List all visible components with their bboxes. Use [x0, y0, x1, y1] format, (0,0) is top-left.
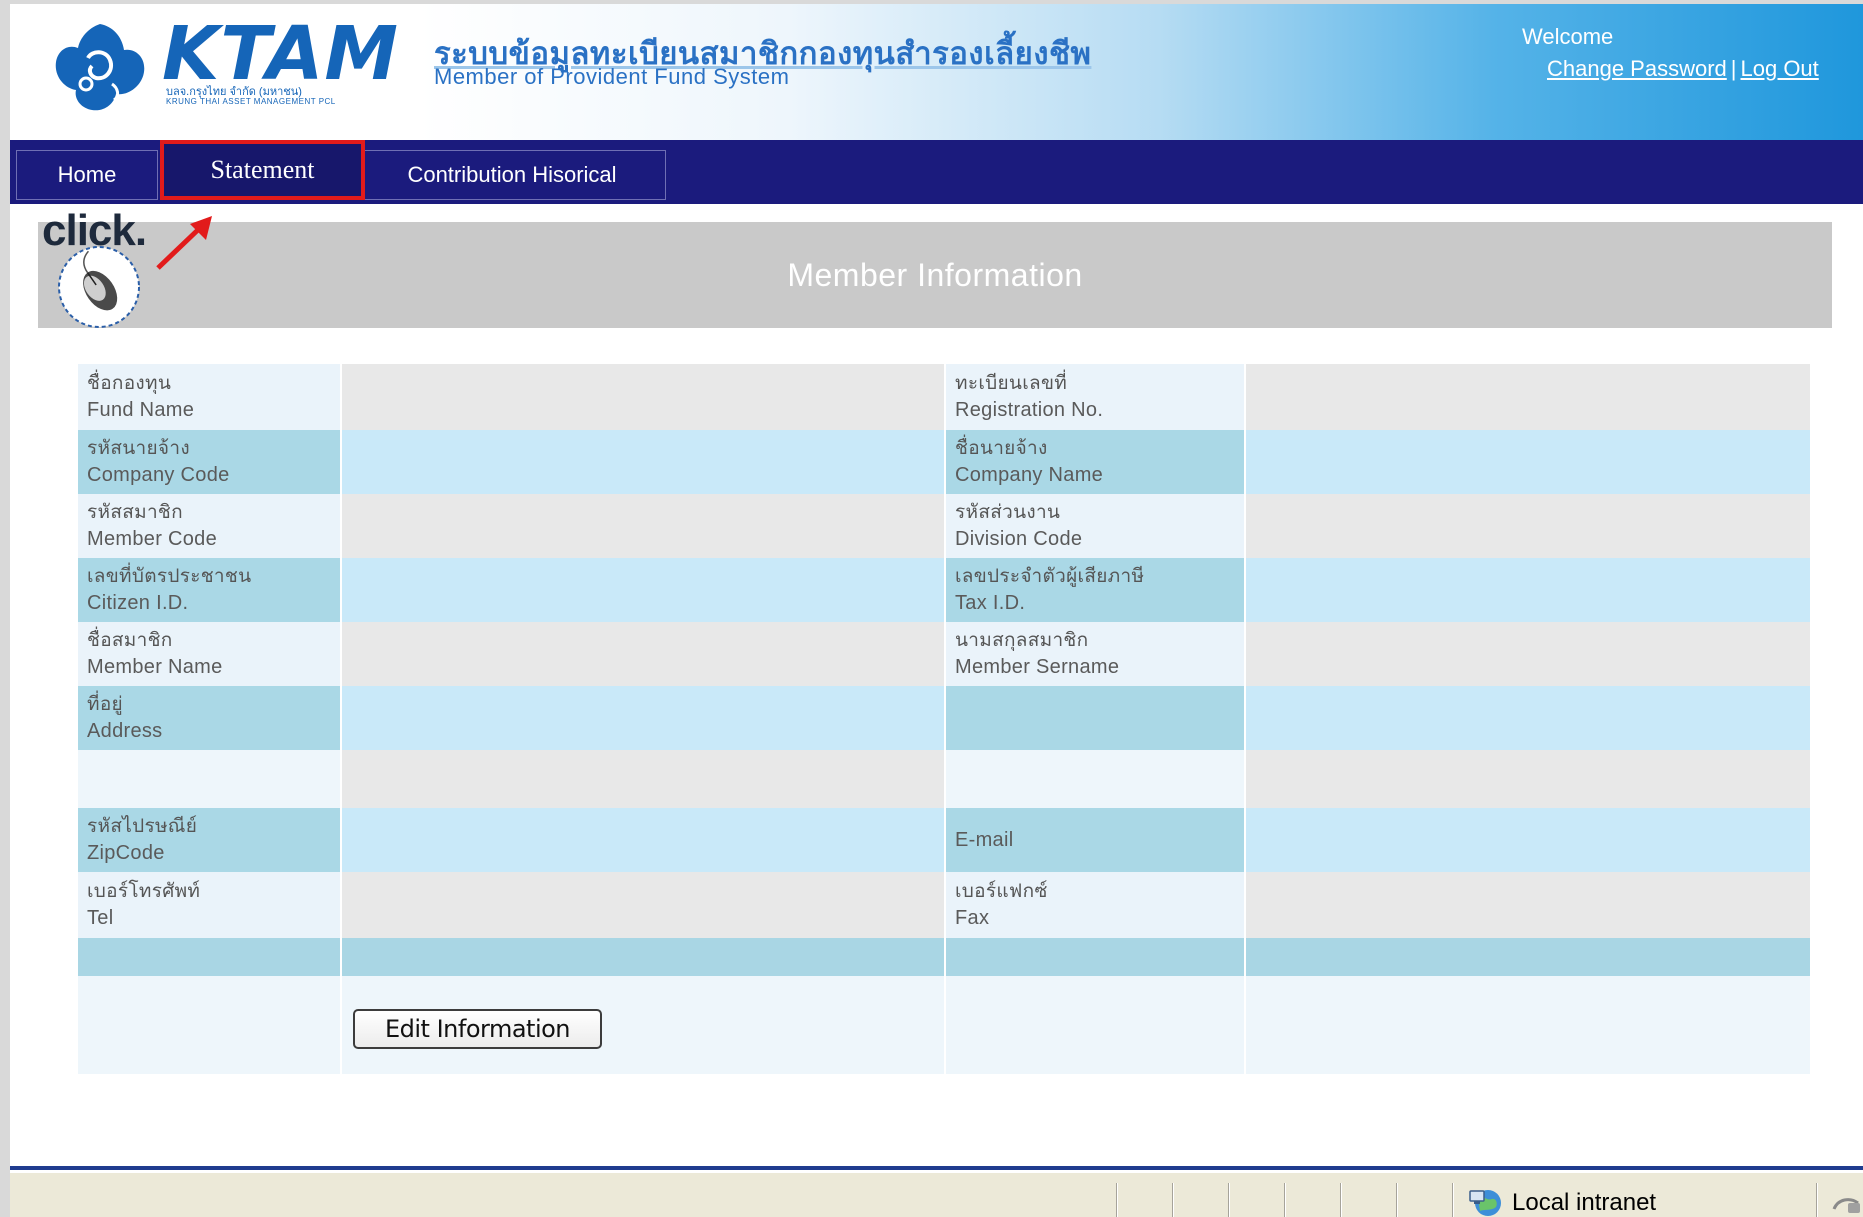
mouse-icon — [58, 246, 140, 328]
value-tax-id — [1246, 558, 1810, 622]
table-footer-row — [78, 938, 340, 976]
status-pane-divider — [1452, 1183, 1454, 1217]
label-registration-no: ทะเบียนเลขที่ Registration No. — [946, 364, 1244, 430]
system-title-en: Member of Provident Fund System — [434, 64, 790, 89]
account-links: Change Password | Log Out — [1547, 56, 1819, 82]
value-address — [342, 686, 944, 750]
value-company-code — [342, 430, 944, 494]
nav-tab-contribution[interactable]: Contribution Hisorical — [358, 150, 666, 200]
label-company-code: รหัสนายจ้าง Company Code — [78, 430, 340, 494]
status-pane-divider — [1284, 1183, 1286, 1217]
intranet-globe-icon — [1469, 1190, 1501, 1216]
member-info-table: ชื่อกองทุน Fund Name ทะเบียนเลขที่ Registr… — [78, 364, 1810, 1074]
label-email: E-mail — [946, 808, 1244, 872]
value-member-surname — [1246, 622, 1810, 686]
label-address-line2-right — [946, 750, 1244, 808]
status-pane-divider — [1228, 1183, 1230, 1217]
value-registration-no — [1246, 364, 1810, 430]
label-member-surname: นามสกุลสมาชิก Member Sername — [946, 622, 1244, 686]
label-address: ที่อยู่ Address — [78, 686, 340, 750]
value-company-name — [1246, 430, 1810, 494]
label-member-name: ชื่อสมาชิก Member Name — [78, 622, 340, 686]
logout-link[interactable]: Log Out — [1741, 56, 1819, 81]
status-divider — [10, 1166, 1863, 1170]
label-member-code: รหัสสมาชิก Member Code — [78, 494, 340, 558]
status-pane-divider — [1116, 1183, 1118, 1217]
pointer-arrow-icon — [156, 216, 212, 270]
label-fund-name: ชื่อกองทุน Fund Name — [78, 364, 340, 430]
value-member-code — [342, 494, 944, 558]
value-member-name — [342, 622, 944, 686]
browser-status-bar: Local intranet — [10, 1172, 1863, 1217]
logo-subtitle-en: KRUNG THAI ASSET MANAGEMENT PCL — [166, 97, 336, 106]
welcome-text: Welcome — [1522, 24, 1614, 49]
link-separator: | — [1730, 56, 1737, 81]
value-fax — [1246, 872, 1810, 938]
table-footer-row — [342, 938, 944, 976]
value-address-extra — [1246, 686, 1810, 750]
main-nav: Home Contribution Hisorical Statement — [10, 140, 1863, 204]
button-row-cell — [1246, 976, 1810, 1074]
label-division-code: รหัสส่วนงาน Division Code — [946, 494, 1244, 558]
value-citizen-id — [342, 558, 944, 622]
value-division-code — [1246, 494, 1810, 558]
security-zone-label: Local intranet — [1512, 1189, 1657, 1216]
label-zipcode: รหัสไปรษณีย์ ZipCode — [78, 808, 340, 872]
zoom-lock-icon[interactable] — [1830, 1191, 1863, 1217]
value-address-line2-right — [1246, 750, 1810, 808]
status-pane-divider — [1340, 1183, 1342, 1217]
section-title: Member Information — [38, 222, 1832, 328]
table-footer-row — [1246, 938, 1810, 976]
ktam-logo-icon — [55, 24, 145, 111]
label-fax: เบอร์แฟกซ์ Fax — [946, 872, 1244, 938]
status-pane-divider — [1172, 1183, 1174, 1217]
nav-tab-home[interactable]: Home — [16, 150, 158, 200]
label-citizen-id: เลขที่บัตรประชาชน Citizen I.D. — [78, 558, 340, 622]
table-footer-row — [946, 938, 1244, 976]
status-pane-divider — [1816, 1183, 1818, 1217]
label-company-name: ชื่อนายจ้าง Company Name — [946, 430, 1244, 494]
value-address-line2 — [342, 750, 944, 808]
label-tax-id: เลขประจำตัวผู้เสียภาษี Tax I.D. — [946, 558, 1244, 622]
change-password-link[interactable]: Change Password — [1547, 56, 1727, 81]
button-row-cell — [946, 976, 1244, 1074]
value-email — [1246, 808, 1810, 872]
header-banner: KTAM บลจ.กรุงไทย จำกัด (มหาชน) KRUNG THA… — [10, 4, 1863, 140]
label-address-line2 — [78, 750, 340, 808]
nav-tab-statement[interactable]: Statement — [160, 140, 365, 200]
button-row-cell — [78, 976, 340, 1074]
label-tel: เบอร์โทรศัพท์ Tel — [78, 872, 340, 938]
value-tel — [342, 872, 944, 938]
status-pane-divider — [1396, 1183, 1398, 1217]
label-address-extra — [946, 686, 1244, 750]
value-fund-name — [342, 364, 944, 430]
edit-information-button[interactable]: Edit Information — [353, 1009, 602, 1049]
value-zipcode — [342, 808, 944, 872]
